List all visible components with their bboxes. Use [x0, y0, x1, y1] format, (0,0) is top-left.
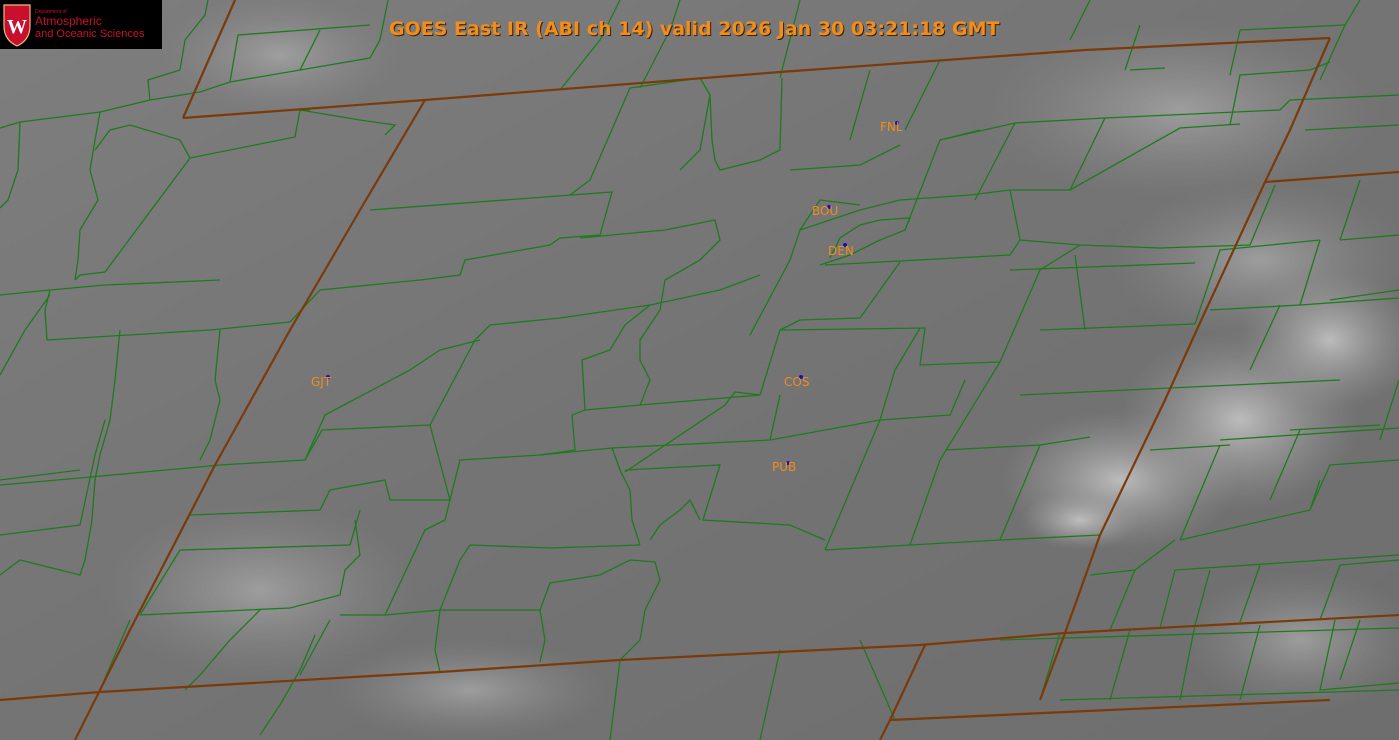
station-label-bou: BOU [812, 204, 838, 218]
logo-atmospheric: Atmospheric [35, 14, 102, 28]
station-pub[interactable]: PUB [772, 460, 796, 474]
station-label-den: DEN [828, 244, 854, 258]
station-fnl[interactable]: FNL [880, 120, 903, 134]
station-bou[interactable]: BOU [812, 204, 838, 218]
crest-letter: W [7, 16, 27, 38]
station-cos[interactable]: COS [784, 375, 809, 389]
logo-oceanic-sciences: and Oceanic Sciences [35, 28, 145, 40]
station-label-pub: PUB [772, 460, 796, 474]
station-label-gjt: GJT [311, 375, 332, 389]
station-gjt[interactable]: GJT [311, 375, 332, 389]
station-den[interactable]: DEN [828, 243, 854, 258]
image-title: GOES East IR (ABI ch 14) valid 2026 Jan … [389, 18, 1000, 40]
satellite-map: FNL BOU DEN GJT COS PUB [0, 0, 1399, 740]
station-label-fnl: FNL [880, 120, 903, 134]
aos-logo[interactable]: W Department of Atmospheric and Oceanic … [0, 0, 162, 49]
station-label-cos: COS [784, 375, 809, 389]
uw-crest-icon: W [3, 4, 31, 47]
